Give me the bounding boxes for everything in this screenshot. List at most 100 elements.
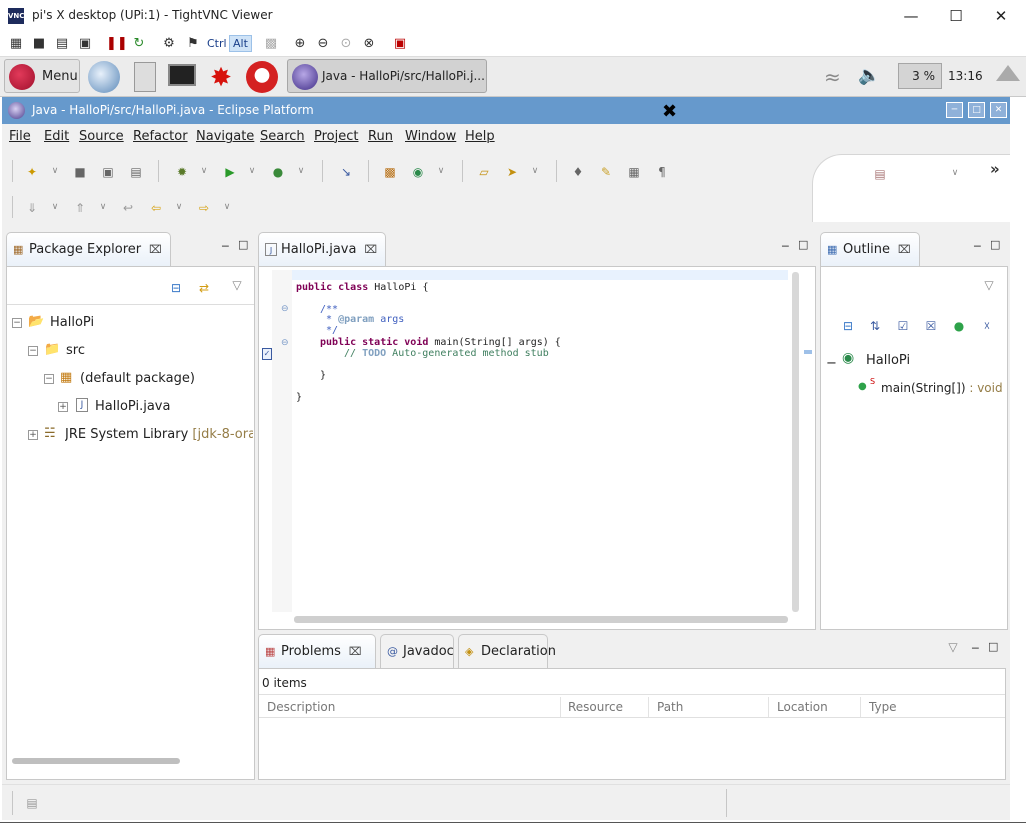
previous-annotation-dropdown-icon[interactable]: ∨ [98,202,108,212]
run-icon[interactable]: ▶ [222,164,238,180]
close-tab-icon[interactable]: ⌧ [364,243,377,256]
back-icon[interactable]: ⇦ [148,200,164,216]
highlight-icon[interactable]: ✎ [598,164,614,180]
collapse-all-icon[interactable]: ⊟ [840,318,856,334]
maximize-button[interactable]: ☐ [933,2,979,30]
menu-run[interactable]: Run [368,129,393,144]
save-all-icon[interactable]: ▣ [100,164,116,180]
collapse-toggle-icon[interactable]: − [826,356,837,371]
new-java-package-icon[interactable]: ▩ [382,164,398,180]
open-task-icon[interactable]: ➤ [504,164,520,180]
horizontal-scrollbar[interactable] [294,616,788,623]
fold-icon[interactable]: ⊖ [281,304,289,314]
info-icon[interactable]: ▣ [76,35,94,53]
code-area[interactable]: public class HalloPi { [296,282,428,293]
back-dropdown-icon[interactable]: ∨ [174,202,184,212]
external-tools-dropdown-icon[interactable]: ∨ [296,166,306,176]
outline-item-method[interactable]: main(String[]) : void [881,381,1003,395]
toggle-mark-icon[interactable]: ♦ [570,164,586,180]
minimize-view-icon[interactable]: ─ [222,240,229,253]
minimize-view-icon[interactable]: ─ [972,642,979,655]
collapse-toggle-icon[interactable]: − [44,374,54,384]
close-button[interactable]: ✕ [978,2,1024,30]
new-java-class-icon[interactable]: ◉ [410,164,426,180]
browser-launcher-icon[interactable] [88,61,120,93]
menu-button[interactable]: Menu [4,59,80,93]
link-with-editor-icon[interactable]: ⇄ [196,280,212,296]
taskbar-eclipse-button[interactable]: Java - HalloPi/src/HalloPi.j... [287,59,487,93]
perspective-dropdown-icon[interactable]: ∨ [950,168,960,178]
last-edit-location-icon[interactable]: ↩ [120,200,136,216]
view-menu-icon[interactable]: ▽ [232,278,242,292]
zoom-in-icon[interactable]: ⊕ [291,35,309,53]
menu-window[interactable]: Window [405,129,456,144]
eclipse-maximize-button[interactable]: □ [968,102,985,118]
terminal-launcher-icon[interactable] [168,64,196,86]
tree-item-project[interactable]: HalloPi [50,315,94,330]
task-marker-icon[interactable]: ✓ [262,348,272,360]
menu-edit[interactable]: Edit [44,129,69,144]
fullscreen-icon[interactable]: ▣ [391,35,409,53]
clock[interactable]: 13:16 [948,69,983,83]
column-type[interactable]: Type [869,700,897,714]
open-type-icon[interactable]: ▱ [476,164,492,180]
fast-view-icon[interactable]: ▤ [24,795,40,811]
close-tab-icon[interactable]: ⌧ [149,243,162,256]
refresh-icon[interactable]: ↻ [130,35,148,53]
save-icon[interactable]: ■ [30,35,48,53]
collapse-toggle-icon[interactable]: − [28,346,38,356]
tab-declaration[interactable]: ◈ Declaration [458,634,556,668]
sort-icon[interactable]: ⇅ [867,318,883,334]
collapse-all-icon[interactable]: ⊟ [168,280,184,296]
menu-help[interactable]: Help [465,129,495,144]
volume-icon[interactable]: 🔈 [858,65,880,86]
zoom-out-icon[interactable]: ⊖ [314,35,332,53]
menu-search[interactable]: Search [260,129,305,144]
overview-ruler-marker[interactable] [804,350,812,354]
tree-item-default-package[interactable]: (default package) [80,371,195,386]
previous-annotation-icon[interactable]: ⇑ [72,200,88,216]
column-path[interactable]: Path [657,700,683,714]
new-dropdown-icon[interactable]: ∨ [50,166,60,176]
zoom-auto-icon[interactable]: ⊗ [360,35,378,53]
block-selection-icon[interactable]: ▦ [626,164,642,180]
menu-navigate[interactable]: Navigate [196,129,254,144]
ctrl-key-button[interactable]: Ctrl [207,37,227,50]
ctrl-esc-icon[interactable]: ⚑ [184,35,202,53]
pause-icon[interactable]: ❚❚ [106,35,128,53]
debug-icon[interactable]: ✹ [174,164,190,180]
maximize-view-icon[interactable]: □ [990,238,1000,251]
mathematica-launcher-icon[interactable]: ✸ [206,63,236,93]
tree-item-jre-library[interactable]: JRE System Library [jdk-8-oracle-a [65,427,253,442]
expand-toggle-icon[interactable]: + [28,430,38,440]
view-menu-icon[interactable]: ▽ [948,640,958,654]
close-tab-icon[interactable]: ⌧ [349,645,362,658]
close-tab-icon[interactable]: ⌧ [898,243,911,256]
expand-toggle-icon[interactable]: + [58,402,68,412]
run-dropdown-icon[interactable]: ∨ [247,166,257,176]
file-manager-launcher-icon[interactable] [134,62,156,92]
column-location[interactable]: Location [777,700,828,714]
minimize-view-icon[interactable]: ─ [782,240,789,253]
zoom-100-icon[interactable]: ⊙ [337,35,355,53]
next-annotation-dropdown-icon[interactable]: ∨ [50,202,60,212]
tab-javadoc[interactable]: @ Javadoc [380,634,454,668]
print-icon[interactable]: ▤ [128,164,144,180]
save-icon[interactable]: ■ [72,164,88,180]
next-annotation-icon[interactable]: ⇓ [24,200,40,216]
maximize-view-icon[interactable]: □ [238,238,248,251]
new-class-dropdown-icon[interactable]: ∨ [436,166,446,176]
eject-icon[interactable] [996,65,1020,81]
menu-source[interactable]: Source [79,129,124,144]
wolfram-launcher-icon[interactable] [246,61,278,93]
eclipse-close-button[interactable]: ✕ [990,102,1007,118]
vertical-scrollbar[interactable] [792,272,799,612]
hide-fields-icon[interactable]: ☑ [895,318,911,334]
new-connection-icon[interactable]: ▦ [7,35,25,53]
debug-dropdown-icon[interactable]: ∨ [199,166,209,176]
ctrl-alt-del-icon[interactable]: ⚙ [160,35,178,53]
hide-static-icon[interactable]: ☒ [923,318,939,334]
column-resource[interactable]: Resource [568,700,623,714]
outline-item-class[interactable]: HalloPi [866,353,910,368]
tree-item-hallopi-java[interactable]: HalloPi.java [95,399,170,414]
